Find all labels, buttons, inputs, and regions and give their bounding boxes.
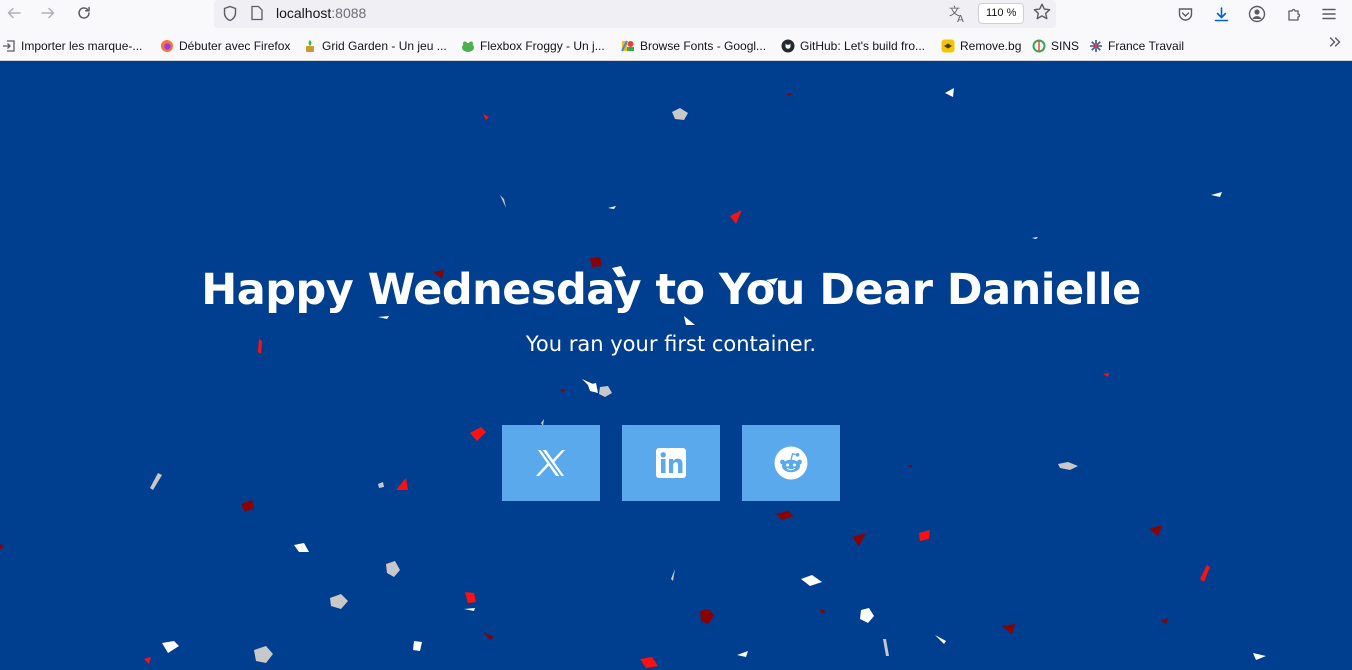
downloads-button[interactable] bbox=[1209, 2, 1233, 26]
arrow-left-icon bbox=[7, 7, 21, 19]
share-linkedin-button[interactable] bbox=[622, 425, 720, 501]
linkedin-icon bbox=[656, 448, 686, 478]
x-logo-icon bbox=[536, 450, 565, 476]
back-button[interactable] bbox=[2, 1, 26, 25]
bookmark-google-fonts[interactable]: Browse Fonts - Googl... bbox=[621, 37, 766, 55]
arrow-right-icon bbox=[41, 7, 55, 19]
removebg-icon bbox=[941, 39, 955, 53]
translate-icon[interactable]: 文A bbox=[948, 4, 968, 24]
google-fonts-icon bbox=[621, 40, 634, 52]
bookmark-grid-garden[interactable]: Grid Garden - Un jeu ... bbox=[303, 37, 447, 55]
sins-icon bbox=[1032, 39, 1046, 53]
download-icon bbox=[1214, 6, 1228, 21]
zoom-level-button[interactable]: 110 % bbox=[978, 3, 1025, 24]
pocket-icon bbox=[1178, 7, 1192, 21]
svg-text:A: A bbox=[957, 14, 964, 24]
pocket-button[interactable] bbox=[1173, 2, 1197, 26]
account-icon bbox=[1248, 5, 1266, 23]
url-bar[interactable]: localhost:8088 文A 110 % bbox=[214, 0, 1056, 28]
france-travail-icon bbox=[1090, 40, 1102, 52]
import-icon bbox=[3, 40, 15, 52]
github-icon bbox=[781, 39, 795, 53]
bookmark-firefox[interactable]: Débuter avec Firefox bbox=[160, 37, 290, 55]
bookmark-flexbox-froggy[interactable]: Flexbox Froggy - Un j... bbox=[461, 37, 605, 55]
puzzle-icon bbox=[1287, 8, 1300, 21]
bookmark-sins[interactable]: SINS bbox=[1032, 37, 1079, 55]
bookmarks-overflow-button[interactable] bbox=[1328, 35, 1342, 54]
share-reddit-button[interactable] bbox=[742, 425, 840, 501]
hamburger-menu-icon bbox=[1322, 8, 1336, 20]
reddit-icon bbox=[774, 446, 808, 480]
frog-icon bbox=[462, 41, 474, 52]
forward-button[interactable] bbox=[36, 1, 60, 25]
greeting-headline: Happy Wednesday to You Dear Danielle bbox=[201, 265, 1141, 315]
url-text[interactable]: localhost:8088 bbox=[276, 5, 366, 21]
confetti-layer bbox=[0, 88, 1266, 668]
reload-icon bbox=[78, 6, 90, 19]
navigation-toolbar: localhost:8088 文A 110 % bbox=[0, 0, 1352, 28]
menu-button[interactable] bbox=[1317, 2, 1341, 26]
share-x-button[interactable] bbox=[502, 425, 600, 501]
browser-chrome: localhost:8088 文A 110 % Importer les mar… bbox=[0, 0, 1352, 61]
reload-button[interactable] bbox=[72, 1, 96, 25]
shield-icon[interactable] bbox=[222, 5, 238, 22]
bookmark-github[interactable]: GitHub: Let's build fro... bbox=[781, 37, 925, 55]
confetti-pieces bbox=[0, 88, 1266, 668]
firefox-icon bbox=[161, 40, 173, 52]
chevron-double-right-icon bbox=[1329, 37, 1341, 47]
share-buttons bbox=[502, 425, 842, 501]
bookmark-france-travail[interactable]: France Travail bbox=[1089, 37, 1184, 55]
star-icon[interactable] bbox=[1032, 2, 1052, 22]
bookmarks-toolbar: Importer les marque-... Débuter avec Fir… bbox=[0, 33, 1352, 59]
extensions-button[interactable] bbox=[1282, 2, 1306, 26]
page-viewport: Happy Wednesday to You Dear Danielle You… bbox=[0, 61, 1352, 670]
grid-garden-icon bbox=[306, 40, 314, 52]
page-icon[interactable] bbox=[250, 5, 264, 21]
greeting-subtitle: You ran your first container. bbox=[525, 332, 817, 356]
account-button[interactable] bbox=[1245, 2, 1269, 26]
bookmark-import[interactable]: Importer les marque-... bbox=[2, 37, 142, 55]
bookmark-removebg[interactable]: Remove.bg bbox=[941, 37, 1021, 55]
